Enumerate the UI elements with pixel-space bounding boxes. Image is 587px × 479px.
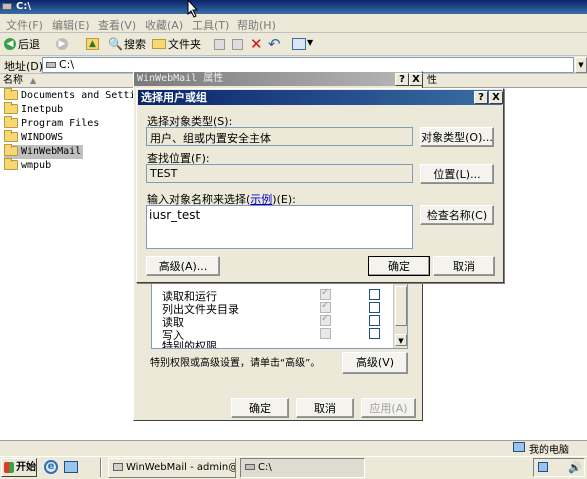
- network-icon[interactable]: [538, 462, 548, 472]
- menu-tools[interactable]: 工具(T): [192, 17, 229, 33]
- mouse-cursor-icon: [187, 0, 199, 18]
- menu-edit[interactable]: 编辑(E): [52, 17, 90, 33]
- select-users-ok-button[interactable]: 确定: [368, 256, 430, 276]
- scroll-down-icon[interactable]: ▼: [395, 334, 407, 346]
- views-icon[interactable]: [292, 38, 306, 50]
- folder-icon: [4, 144, 18, 156]
- copy-to-icon[interactable]: [232, 39, 243, 50]
- properties-cancel-button[interactable]: 取消: [296, 398, 354, 418]
- list-item[interactable]: Program Files: [4, 116, 99, 131]
- properties-help-button[interactable]: ?: [395, 73, 409, 86]
- deny-checkbox[interactable]: [369, 315, 380, 326]
- special-permissions-note: 特别权限或高级设置，请单击“高级”。: [150, 358, 321, 369]
- folder-icon: [4, 116, 18, 128]
- column-attr-label: 性: [427, 75, 437, 86]
- list-item[interactable]: WINDOWS: [4, 130, 63, 145]
- column-header-attr[interactable]: 性: [410, 74, 587, 88]
- drive-icon: [245, 464, 255, 470]
- move-to-icon[interactable]: [214, 39, 225, 50]
- system-tray: 🔊: [533, 458, 585, 477]
- allow-checkbox[interactable]: [320, 300, 331, 313]
- window-icon: [113, 463, 123, 471]
- up-folder-icon[interactable]: ▲: [86, 38, 99, 50]
- taskbar-item-winwebmail[interactable]: WinWebMail - admin@...: [108, 458, 236, 478]
- check-names-button[interactable]: 检查名称(C): [420, 205, 494, 225]
- folder-icon: [4, 102, 18, 114]
- list-item[interactable]: Documents and Settings: [4, 88, 153, 103]
- scroll-thumb[interactable]: [395, 286, 407, 326]
- menu-file[interactable]: 文件(F): [6, 17, 43, 33]
- status-bar: [0, 440, 587, 456]
- object-type-field: 用户、组或内置安全主体: [146, 127, 413, 146]
- list-item[interactable]: Inetpub: [4, 102, 63, 117]
- deny-checkbox[interactable]: [369, 289, 380, 300]
- delete-icon[interactable]: ✕: [250, 35, 263, 53]
- properties-apply-button[interactable]: 应用(A): [361, 398, 416, 418]
- deny-checkbox[interactable]: [369, 328, 380, 339]
- sort-ascending-icon: ▲: [30, 76, 37, 85]
- column-header-name[interactable]: 名称 ▲: [0, 74, 140, 88]
- volume-icon[interactable]: 🔊: [568, 461, 582, 474]
- back-button[interactable]: 后退: [18, 36, 40, 54]
- allow-checkbox[interactable]: [320, 328, 331, 339]
- windows-logo-icon: [4, 462, 14, 473]
- forward-icon[interactable]: ▶: [56, 38, 68, 50]
- list-item[interactable]: wmpub: [4, 158, 51, 173]
- search-button[interactable]: 搜索: [124, 36, 146, 54]
- status-computer: 我的电脑: [529, 445, 569, 456]
- column-name-label: 名称: [3, 75, 23, 86]
- properties-advanced-button[interactable]: 高级(V): [342, 352, 408, 374]
- object-types-button[interactable]: 对象类型(O)...: [420, 127, 494, 147]
- properties-close-button[interactable]: X: [409, 73, 423, 86]
- address-label: 地址(D): [4, 60, 44, 73]
- properties-title: WinWebMail 属性: [137, 73, 224, 84]
- select-users-title: 选择用户或组: [141, 91, 207, 104]
- explorer-title: C:\: [16, 1, 31, 12]
- back-icon[interactable]: ◀: [4, 38, 16, 50]
- menu-favorites[interactable]: 收藏(A): [145, 17, 183, 33]
- menu-view[interactable]: 查看(V): [98, 17, 136, 33]
- permission-label: 特别的权限: [162, 340, 217, 348]
- address-dropdown-icon[interactable]: ▼: [575, 57, 587, 73]
- undo-icon[interactable]: ↶: [268, 35, 281, 53]
- properties-titlebar[interactable]: WinWebMail 属性: [134, 72, 422, 86]
- views-dropdown-icon[interactable]: ▼: [307, 38, 313, 47]
- allow-checkbox[interactable]: [320, 313, 331, 326]
- select-users-cancel-button[interactable]: 取消: [433, 256, 495, 276]
- properties-ok-button[interactable]: 确定: [231, 398, 289, 418]
- search-icon: 🔍: [108, 37, 123, 51]
- folder-icon: [4, 130, 18, 142]
- folder-icon: [4, 158, 18, 170]
- select-users-help-button[interactable]: ?: [474, 91, 488, 104]
- folders-button[interactable]: 文件夹: [168, 36, 201, 54]
- desktop-icon[interactable]: [64, 461, 78, 473]
- deny-checkbox[interactable]: [369, 302, 380, 313]
- taskbar-item-c-drive[interactable]: C:\: [240, 458, 365, 478]
- allow-checkbox[interactable]: [320, 287, 331, 300]
- start-label: 开始: [16, 462, 36, 473]
- permissions-scrollbar[interactable]: ▼: [393, 284, 407, 348]
- list-item-selected[interactable]: WinWebMail: [4, 144, 84, 159]
- locations-button[interactable]: 位置(L)...: [420, 164, 494, 184]
- object-names-input[interactable]: iusr_test: [146, 205, 413, 249]
- start-button[interactable]: 开始: [1, 458, 37, 477]
- taskbar-separator: [100, 458, 102, 477]
- location-field: TEST: [146, 164, 413, 183]
- drive-icon: [2, 3, 12, 10]
- menu-bar: 文件(F) 编辑(E) 查看(V) 收藏(A) 工具(T) 帮助(H): [0, 15, 587, 33]
- computer-icon: [513, 442, 525, 452]
- select-users-titlebar[interactable]: 选择用户或组: [138, 90, 502, 105]
- address-value: C:\: [59, 58, 75, 71]
- drive-icon: [46, 62, 56, 68]
- select-users-close-button[interactable]: X: [489, 91, 503, 104]
- menu-help[interactable]: 帮助(H): [237, 17, 276, 33]
- folder-icon: [4, 88, 18, 100]
- folders-icon: [152, 39, 166, 49]
- select-users-advanced-button[interactable]: 高级(A)...: [146, 256, 220, 276]
- explorer-titlebar[interactable]: C:\: [0, 0, 587, 14]
- ie-icon[interactable]: e: [44, 460, 58, 474]
